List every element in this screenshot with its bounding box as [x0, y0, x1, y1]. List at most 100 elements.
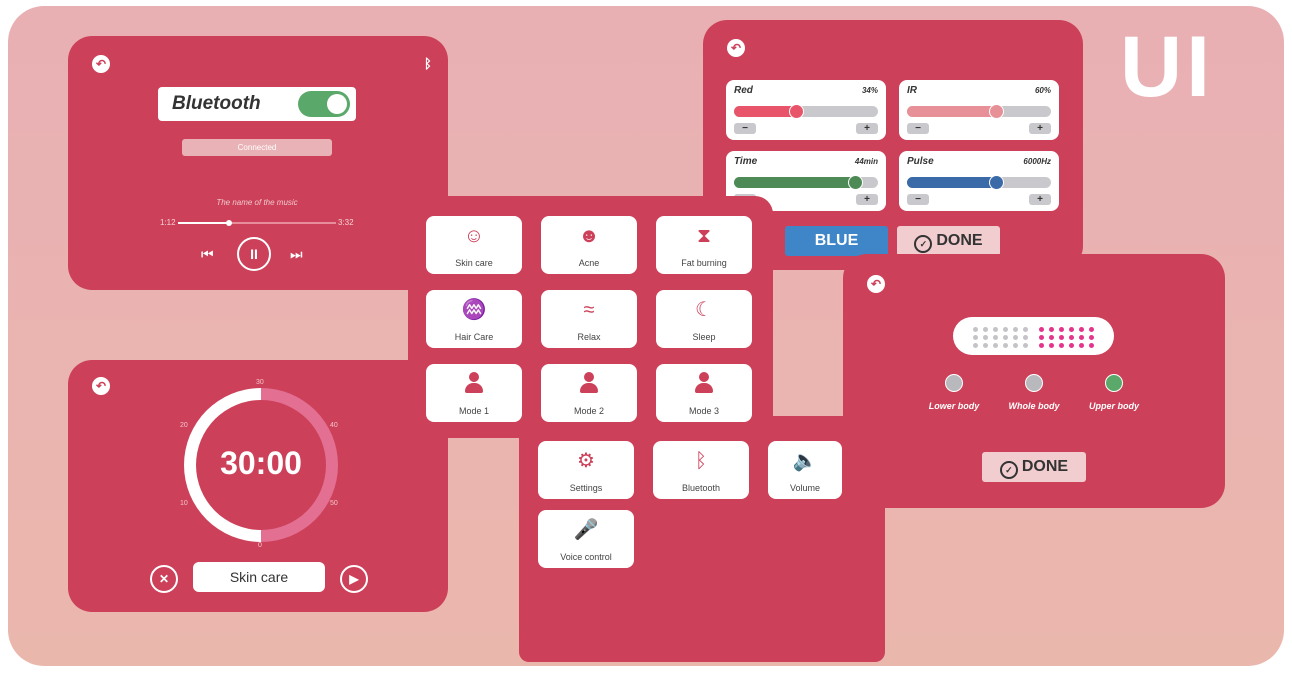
- plus-button[interactable]: +: [1029, 194, 1051, 205]
- pause-icon[interactable]: II: [237, 237, 271, 271]
- music-progress-bar[interactable]: [178, 220, 336, 226]
- mode-label: Skin care: [193, 562, 325, 592]
- mode-label: Sleep: [692, 332, 716, 342]
- zone-dot: [973, 327, 978, 332]
- slider-knob[interactable]: [989, 175, 1005, 190]
- body-option-radio[interactable]: [1105, 374, 1123, 392]
- minus-button[interactable]: −: [907, 194, 929, 205]
- mode-button[interactable]: Mode 2: [541, 364, 637, 422]
- body-option-radio[interactable]: [945, 374, 963, 392]
- zone-dot: [1079, 327, 1084, 332]
- slider-label: Pulse: [907, 156, 934, 167]
- slider-fill: [734, 106, 796, 117]
- zone-dot: [1069, 335, 1074, 340]
- zone-dot: [1023, 327, 1028, 332]
- mode-button[interactable]: Mode 3: [656, 364, 752, 422]
- speaker-icon: 🔈: [792, 450, 818, 472]
- back-arrow-icon[interactable]: ↶: [92, 377, 110, 395]
- mode-button[interactable]: ⚙ Settings: [538, 441, 634, 499]
- zone-dot: [1023, 343, 1028, 348]
- slider-track[interactable]: [734, 175, 878, 190]
- play-icon[interactable]: ▶: [340, 565, 368, 593]
- mode-button[interactable]: ☾ Sleep: [656, 290, 752, 348]
- done-button[interactable]: ✓ DONE: [897, 226, 1000, 256]
- mode-label: Voice control: [560, 552, 612, 562]
- zone-dot: [973, 343, 978, 348]
- body-option-label: Whole body: [1008, 401, 1060, 411]
- mode-button[interactable]: ᛒ Bluetooth: [653, 441, 749, 499]
- moon-sleep-icon: ☾: [695, 299, 713, 321]
- zone-dot: [1069, 343, 1074, 348]
- skip-back-icon[interactable]: ⏮: [201, 246, 214, 263]
- back-arrow-icon[interactable]: ↶: [867, 275, 885, 293]
- slider-track[interactable]: [734, 104, 878, 119]
- mode-button[interactable]: ⧗ Fat burning: [656, 216, 752, 274]
- done-button[interactable]: ✓ DONE: [982, 452, 1086, 482]
- zone-dot: [1049, 335, 1054, 340]
- bluetooth-toggle[interactable]: [298, 91, 350, 117]
- zone-dot: [973, 335, 978, 340]
- mode-label: Mode 3: [688, 406, 720, 416]
- back-arrow-icon[interactable]: ↶: [727, 39, 745, 57]
- zone-dot: [1079, 335, 1084, 340]
- mode-button[interactable]: ☻ Acne: [541, 216, 637, 274]
- body-option-label: Upper body: [1088, 401, 1139, 411]
- mode-button[interactable]: Mode 1: [426, 364, 522, 422]
- back-arrow-icon[interactable]: ↶: [92, 55, 110, 73]
- body-option-label: Lower body: [928, 401, 980, 411]
- bluetooth-title: Bluetooth: [172, 93, 261, 114]
- ui-logo: UI: [1120, 19, 1214, 115]
- plus-button[interactable]: +: [856, 194, 878, 205]
- slider-knob[interactable]: [788, 104, 804, 119]
- zone-dot: [1023, 335, 1028, 340]
- mode-button[interactable]: 🔈 Volume: [768, 441, 842, 499]
- minus-button[interactable]: −: [907, 123, 929, 134]
- mode-button[interactable]: ♒ Hair Care: [426, 290, 522, 348]
- relax-chair-icon: ≈: [583, 299, 595, 321]
- mode-button[interactable]: ☺ Skin care: [426, 216, 522, 274]
- zone-dot: [1059, 343, 1064, 348]
- music-name: The name of the music: [216, 198, 298, 207]
- zone-dot: [1049, 343, 1054, 348]
- user-icon: [426, 372, 522, 400]
- zone-dot: [1059, 327, 1064, 332]
- body-zone-indicator: [953, 317, 1114, 355]
- zone-dot: [983, 335, 988, 340]
- mode-button[interactable]: ≈ Relax: [541, 290, 637, 348]
- zone-dot: [993, 335, 998, 340]
- slider-knob[interactable]: [847, 175, 863, 190]
- minus-button[interactable]: −: [734, 123, 756, 134]
- hair-head-icon: ♒: [461, 299, 487, 321]
- slider-fill: [907, 106, 997, 117]
- body-option-radio[interactable]: [1025, 374, 1043, 392]
- zone-dot: [1079, 343, 1084, 348]
- plus-button[interactable]: +: [856, 123, 878, 134]
- slider-value: 34%: [861, 86, 878, 95]
- mode-button[interactable]: 🎤 Voice control: [538, 510, 634, 568]
- plus-button[interactable]: +: [1029, 123, 1051, 134]
- bluetooth-icon: ᛒ: [424, 56, 432, 71]
- mode-label: Acne: [578, 258, 600, 268]
- mode-label: Hair Care: [454, 332, 494, 342]
- slider-value: 6000Hz: [1023, 157, 1051, 166]
- face-care-icon: ☺: [463, 225, 485, 247]
- slider-track[interactable]: [907, 175, 1051, 190]
- check-circle-icon: ✓: [999, 461, 1018, 479]
- connection-status: Connected: [182, 139, 332, 156]
- skip-forward-icon[interactable]: ⏭: [290, 246, 303, 263]
- close-icon[interactable]: ✕: [150, 565, 178, 593]
- zone-dot: [1013, 343, 1018, 348]
- slider-track[interactable]: [907, 104, 1051, 119]
- user-icon: [541, 372, 637, 400]
- mode-label: Relax: [577, 332, 601, 342]
- tick-label: 50: [330, 500, 338, 507]
- zone-dot: [1013, 335, 1018, 340]
- tick-label: 0: [258, 542, 262, 549]
- microphone-icon: 🎤: [573, 519, 599, 541]
- zone-dot: [1049, 327, 1054, 332]
- user-icon: [656, 372, 752, 400]
- zone-dot: [1003, 327, 1008, 332]
- blue-light-button[interactable]: BLUE: [785, 226, 888, 256]
- slider-knob[interactable]: [989, 104, 1005, 119]
- zone-dot: [1003, 343, 1008, 348]
